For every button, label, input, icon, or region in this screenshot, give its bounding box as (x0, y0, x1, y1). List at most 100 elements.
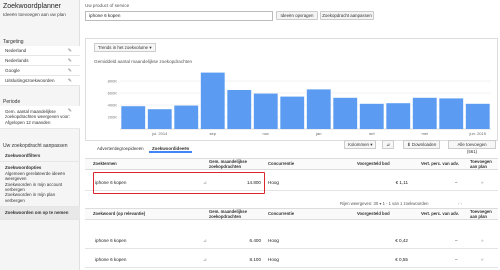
targeting-negative-keywords-label: Uitsluitingszoekwoorden (5, 78, 55, 83)
highlight-box (93, 172, 265, 194)
tab-ad-group-ideas[interactable]: Advertentiegroepideeën (94, 145, 147, 153)
x-tick-label: jul. 2014 (151, 131, 168, 136)
chart-bar[interactable] (280, 96, 305, 129)
column-header-term[interactable]: Zoektermen (93, 161, 117, 167)
keywords-to-include[interactable]: Zoekwoorden om op te nemen (0, 207, 80, 220)
column-header-avg-searches[interactable]: Gem. maandelijkse zoekopdrachten (209, 159, 263, 169)
pencil-icon[interactable]: ✎ (68, 76, 72, 86)
pencil-icon[interactable]: ✎ (68, 46, 72, 56)
chart-bar[interactable] (227, 90, 252, 129)
keyword-options[interactable]: Zoekwoordopties Algemeen gerelateerde id… (0, 162, 80, 208)
keyword-options-title: Zoekwoordopties (5, 165, 42, 171)
chart-bar[interactable] (306, 89, 331, 129)
chart-bar[interactable] (200, 72, 225, 129)
competition-cell: Hoog (268, 238, 279, 243)
column-header-suggested-bid[interactable]: Voorgesteld bod (357, 161, 390, 167)
search-label: Uw product of service (85, 3, 130, 8)
chart-bar[interactable] (412, 97, 437, 129)
ad-share-cell: – (455, 180, 458, 185)
chart-bar[interactable] (386, 103, 411, 129)
download-button[interactable]: ⬇ Downloaden (403, 140, 441, 149)
ad-share-cell: – (455, 257, 458, 262)
avg-searches-cell: 8.100 (249, 257, 262, 262)
add-to-plan-icon[interactable]: » (481, 251, 484, 268)
trend-chart-icon[interactable]: ⊿ (203, 251, 207, 268)
period-text: Gem. aantal maandelijkse zoekopdrachten … (5, 109, 70, 125)
bid-cell: € 0,42 (395, 238, 408, 243)
column-header-ad-share[interactable]: Vert. perc. van adv. (421, 161, 459, 167)
adjust-search-button[interactable]: Zoekopdracht aanpassen (320, 11, 374, 20)
keyword-filters-label: Zoekwoordfilters (5, 153, 41, 158)
y-tick-label: 600K (108, 91, 118, 96)
chart-bar[interactable] (253, 93, 278, 129)
column-header-add-to-plan: Toevoegen aan plan (470, 209, 492, 219)
period-setting[interactable]: Gem. aantal maandelijkse zoekopdrachten … (0, 106, 80, 130)
column-header-suggested-bid[interactable]: Voorgesteld bod (357, 211, 390, 217)
targeting-label: Targeting (3, 39, 24, 45)
targeting-network[interactable]: Google ✎ (0, 66, 80, 76)
chart-bar[interactable] (174, 105, 199, 129)
x-tick-label: sep (210, 131, 217, 136)
column-header-avg-searches[interactable]: Gem. maandelijkse zoekopdrachten (209, 209, 263, 219)
get-ideas-button[interactable]: Ideeën opvragen (276, 11, 318, 20)
tab-keyword-ideas[interactable]: Zoekwoordideeën (149, 145, 193, 153)
x-tick-label: mrt (369, 131, 376, 136)
chart-bar[interactable] (439, 98, 464, 129)
targeting-negative-keywords[interactable]: Uitsluitingszoekwoorden ✎ (0, 76, 80, 86)
search-adjust-label: Uw zoekopdracht aanpassen (3, 143, 68, 149)
targeting-language-label: Nederlands (5, 58, 29, 63)
x-tick-label: jun. 2015 (469, 131, 487, 136)
trend-chart-icon[interactable]: ⊿ (203, 232, 207, 249)
app-title: Zoekwoordplanner (3, 3, 61, 10)
x-tick-label: nov (263, 131, 269, 136)
column-header-competition[interactable]: Concurrentie (268, 161, 294, 167)
app-subtitle: Ideeën toevoegen aan uw plan (3, 12, 66, 17)
search-input[interactable]: iphone 6 kopen (85, 11, 273, 21)
targeting-network-label: Google (5, 68, 20, 73)
pagination-arrows[interactable]: ‹ › (458, 200, 462, 207)
column-header-competition[interactable]: Concurrentie (268, 211, 294, 217)
chart-bar[interactable] (333, 97, 358, 129)
chart-bar[interactable] (147, 109, 172, 129)
table-row: iphone 6 kopen ⊿ 6.400 Hoog € 0,42 – » (85, 232, 498, 249)
keyword-option: Zoekwoorden in mijn account verbergen (5, 181, 63, 193)
avg-searches-cell: 6.400 (249, 238, 262, 243)
keyword-option: Zoekwoorden in mijn plan verbergen (5, 192, 56, 203)
period-section: Periode Gem. aantal maandelijkse zoekopd… (0, 98, 80, 130)
keyword-filters[interactable]: Zoekwoordfilters (0, 150, 80, 163)
keyword-cell: iphone 6 kopen (95, 238, 127, 243)
keywords-to-include-label: Zoekwoorden om op te nemen (5, 210, 69, 216)
bid-cell: € 1,11 (395, 180, 408, 185)
ad-share-cell: – (455, 238, 458, 243)
x-tick-label: mei (422, 131, 429, 136)
targeting-language[interactable]: Nederlands ✎ (0, 56, 80, 66)
targeting-location-label: Nederland (5, 48, 27, 53)
pencil-icon[interactable]: ✎ (68, 66, 72, 76)
chart-bar[interactable] (359, 103, 384, 129)
sidebar: Zoekwoordplanner Ideeën toevoegen aan uw… (0, 0, 80, 270)
x-tick-label: jan (315, 131, 321, 136)
bid-cell: € 0,55 (395, 257, 408, 262)
pencil-icon[interactable]: ✎ (68, 108, 72, 114)
keyword-table-header: Zoekwoord (op relevantie) Gem. maandelij… (85, 208, 498, 220)
add-to-plan-icon[interactable]: » (481, 232, 484, 249)
column-header-add-to-plan: Toevoegen aan plan (470, 159, 492, 169)
pencil-icon[interactable]: ✎ (68, 56, 72, 66)
search-term-table-header: Zoektermen Gem. maandelijkse zoekopdrach… (85, 158, 498, 170)
keyword-cell: iphone 6 kopen (95, 257, 127, 262)
chart-bar[interactable] (121, 106, 146, 129)
chart-icon[interactable]: ⊿ (382, 140, 394, 149)
column-header-ad-share[interactable]: Vert. perc. van adv. (421, 211, 459, 217)
column-header-keyword[interactable]: Zoekwoord (op relevantie) (93, 211, 145, 217)
search-adjust-section: Uw zoekopdracht aanpassen Zoekwoordfilte… (0, 142, 80, 220)
targeting-location[interactable]: Nederland ✎ (0, 46, 80, 56)
y-tick-label: 400K (108, 103, 118, 108)
keyword-option: Algemeen gerelateerde ideeën weergeven (5, 170, 66, 182)
chart-bar[interactable] (465, 103, 490, 129)
y-tick-label: 200K (108, 115, 118, 120)
pagination[interactable]: Rijen weergeven: 30 ▾ 1 - 1 van 1 zoekwo… (340, 200, 428, 207)
columns-button[interactable]: Kolommen ▾ (344, 140, 377, 149)
add-to-plan-icon[interactable]: » (481, 174, 484, 191)
targeting-section: Targeting Nederland ✎ Nederlands ✎ Googl… (0, 38, 80, 86)
add-all-button[interactable]: Alle toevoegen (561) (448, 140, 496, 154)
